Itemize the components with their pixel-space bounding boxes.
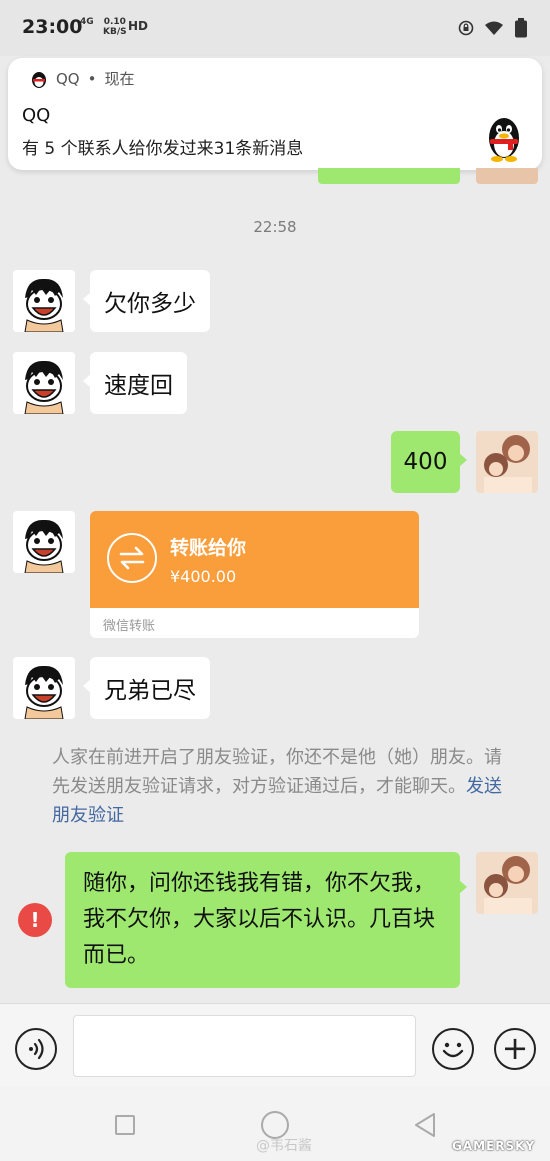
transfer-title: 转账给你 bbox=[170, 537, 247, 559]
message-input[interactable] bbox=[73, 1015, 416, 1077]
emoji-icon[interactable] bbox=[432, 1028, 474, 1070]
cartoon-face-avatar-icon bbox=[13, 270, 75, 332]
message-text: 欠你多少 bbox=[104, 291, 196, 317]
contact-avatar[interactable] bbox=[13, 511, 75, 573]
notification-separator: • bbox=[87, 69, 97, 88]
error-icon[interactable]: ! bbox=[18, 903, 52, 937]
system-nav-bar: @韦石酱 GAMERSKY bbox=[0, 1087, 550, 1161]
notification-title: QQ bbox=[22, 105, 51, 126]
notification-app-name: QQ bbox=[56, 69, 80, 88]
message-bubble-incoming[interactable]: 速度回 bbox=[83, 352, 187, 414]
transfer-card[interactable]: 转账给你 ¥400.00 微信转账 bbox=[90, 511, 419, 638]
partially-hidden-bubble bbox=[318, 168, 460, 184]
transfer-card-top: 转账给你 ¥400.00 bbox=[90, 511, 419, 608]
contact-avatar[interactable] bbox=[13, 657, 75, 719]
transfer-amount: ¥400.00 bbox=[170, 567, 237, 586]
message-bubble-incoming[interactable]: 欠你多少 bbox=[83, 270, 210, 332]
weibo-watermark: @韦石酱 bbox=[256, 1138, 312, 1154]
message-text: 兄弟已尽 bbox=[104, 678, 196, 704]
notice-text: 人家在前进开启了朋友验证，你还不是他（她）朋友。请先发送朋友验证请求，对方验证通… bbox=[52, 747, 502, 797]
transfer-footer-label: 微信转账 bbox=[103, 619, 156, 634]
message-text: 400 bbox=[403, 449, 448, 475]
wifi-icon bbox=[485, 21, 503, 35]
cartoon-face-avatar-icon bbox=[13, 352, 75, 414]
contact-avatar[interactable] bbox=[13, 352, 75, 414]
message-text: 速度回 bbox=[104, 373, 173, 399]
plus-icon[interactable]: + bbox=[494, 1028, 536, 1070]
contact-avatar[interactable] bbox=[13, 270, 75, 332]
my-avatar[interactable] bbox=[476, 431, 538, 493]
friend-verification-notice: 人家在前进开启了朋友验证，你还不是他（她）朋友。请先发送朋友验证请求，对方验证通… bbox=[52, 743, 512, 830]
couple-photo-avatar-icon bbox=[476, 431, 538, 493]
voice-icon[interactable] bbox=[15, 1028, 57, 1070]
cartoon-face-avatar-icon bbox=[13, 511, 75, 573]
chat-timestamp: 22:58 bbox=[253, 218, 297, 236]
notification-body: 有 5 个联系人给你发过来31条新消息 bbox=[22, 139, 304, 159]
network-speed-value: 0.10 bbox=[103, 17, 126, 27]
status-bar: 23:00 4G 0.10 KB/S HD bbox=[0, 0, 550, 56]
notification-app-row: QQ • 现在 bbox=[30, 68, 135, 89]
back-icon[interactable] bbox=[412, 1111, 438, 1139]
network-speed: 0.10 KB/S bbox=[103, 17, 127, 37]
battery-icon bbox=[515, 18, 527, 38]
status-time: 23:00 bbox=[22, 16, 83, 38]
site-watermark: GAMERSKY bbox=[452, 1139, 536, 1153]
input-bar: + bbox=[0, 1003, 550, 1087]
recent-apps-icon[interactable] bbox=[115, 1115, 135, 1135]
message-text: 随你，问你还钱我有错，你不欠我，我不欠你，大家以后不认识。几百块而已。 bbox=[83, 871, 436, 968]
my-avatar[interactable] bbox=[476, 852, 538, 914]
message-bubble-outgoing[interactable]: 400 bbox=[391, 431, 467, 493]
message-bubble-incoming[interactable]: 兄弟已尽 bbox=[83, 657, 210, 719]
network-type: 4G bbox=[80, 17, 94, 27]
partially-hidden-avatar bbox=[476, 168, 538, 184]
hd-indicator: HD bbox=[128, 19, 149, 33]
qq-penguin-icon bbox=[489, 118, 519, 162]
message-bubble-outgoing-failed[interactable]: 随你，问你还钱我有错，你不欠我，我不欠你，大家以后不认识。几百块而已。 bbox=[65, 852, 467, 988]
lock-rotation-icon bbox=[458, 20, 474, 36]
qq-small-icon bbox=[32, 71, 46, 88]
status-right-icons bbox=[458, 18, 528, 38]
transfer-arrows-icon bbox=[107, 533, 157, 583]
couple-photo-avatar-icon bbox=[476, 852, 538, 914]
notification-when: 现在 bbox=[104, 70, 135, 88]
qq-notification[interactable]: QQ • 现在 QQ 有 5 个联系人给你发过来31条新消息 bbox=[8, 58, 542, 170]
cartoon-face-avatar-icon bbox=[13, 657, 75, 719]
network-speed-unit: KB/S bbox=[103, 27, 127, 37]
